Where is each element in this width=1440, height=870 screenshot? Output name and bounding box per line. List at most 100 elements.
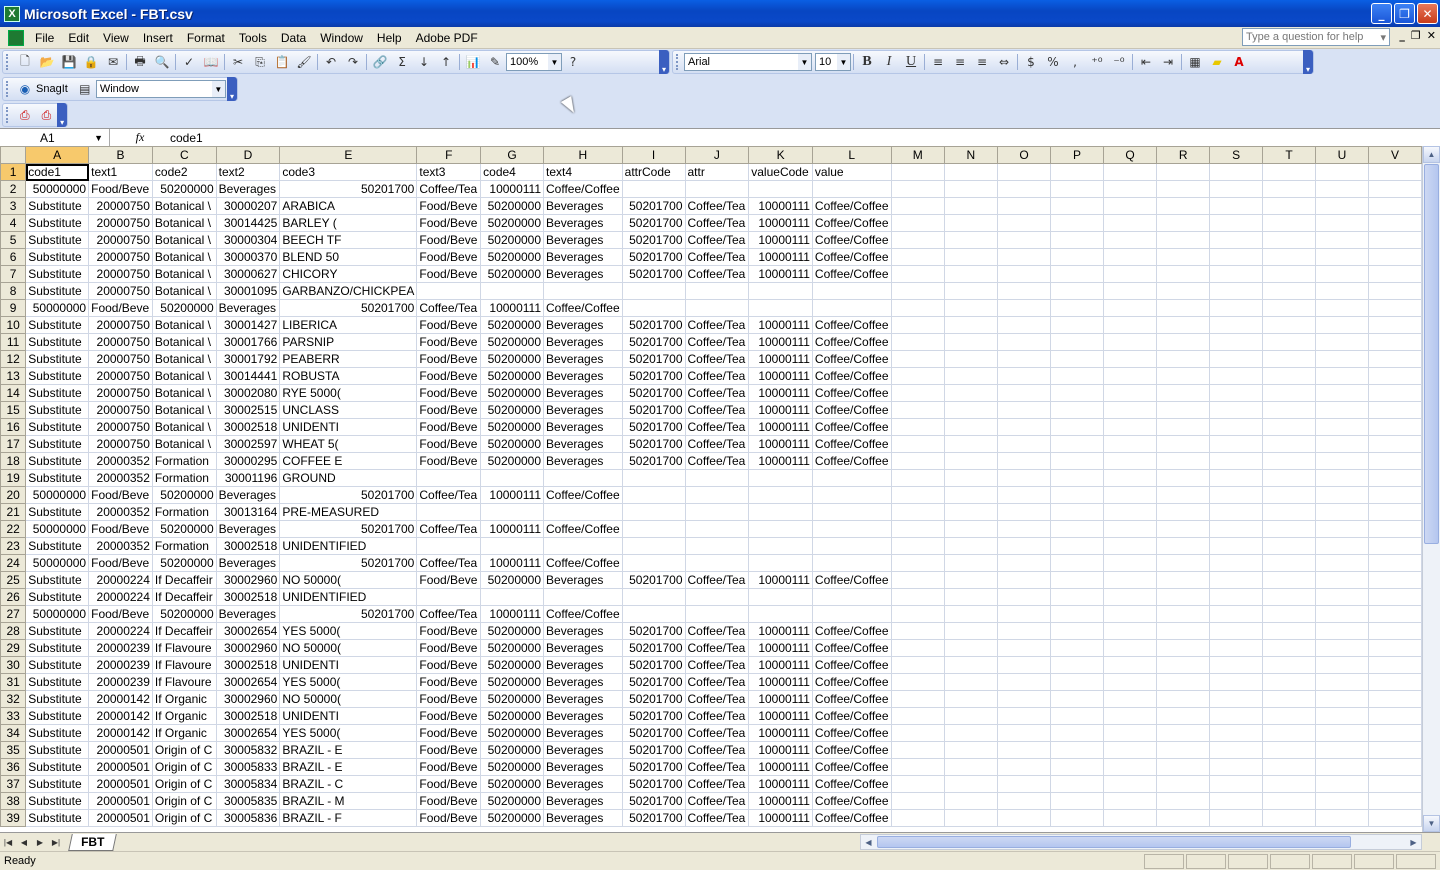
cell-a15[interactable]: Substitute	[25, 401, 90, 419]
cell-e25[interactable]: NO 50000(	[279, 571, 418, 589]
print-preview-icon[interactable]: 🔍	[151, 52, 173, 72]
print-icon[interactable]: 🖶	[129, 52, 151, 72]
cell-a29[interactable]: Substitute	[25, 639, 90, 657]
cell-l32[interactable]: Coffee/Coffee	[811, 690, 892, 708]
cell-s37[interactable]	[1209, 775, 1264, 793]
cell-i15[interactable]: 50201700	[621, 401, 686, 419]
cell-v12[interactable]	[1367, 350, 1422, 368]
row-header[interactable]: 28	[0, 622, 27, 640]
cell-b4[interactable]: 20000750	[88, 214, 153, 232]
cell-a13[interactable]: Substitute	[25, 367, 90, 385]
cell-c14[interactable]: Botanical \	[151, 384, 217, 402]
prev-sheet-icon[interactable]: ◀	[16, 838, 32, 847]
cell-o13[interactable]	[996, 367, 1052, 385]
cell-b19[interactable]: 20000352	[88, 469, 153, 487]
row-header[interactable]: 18	[0, 452, 27, 470]
cell-o25[interactable]	[996, 571, 1052, 589]
cell-e17[interactable]: WHEAT 5(	[279, 435, 418, 453]
cell-l23[interactable]	[811, 537, 892, 555]
cell-h34[interactable]: Beverages	[543, 724, 623, 742]
column-header-q[interactable]: Q	[1102, 146, 1158, 164]
cell-s26[interactable]	[1209, 588, 1264, 606]
cell-l10[interactable]: Coffee/Coffee	[811, 316, 892, 334]
cell-c20[interactable]: 50200000	[151, 486, 217, 504]
cell-c21[interactable]: Formation	[151, 503, 217, 521]
cell-f14[interactable]: Food/Beve	[416, 384, 482, 402]
cell-t25[interactable]	[1262, 571, 1316, 589]
cell-h38[interactable]: Beverages	[543, 792, 623, 810]
cell-v17[interactable]	[1367, 435, 1422, 453]
cell-d7[interactable]: 30000627	[215, 265, 281, 283]
cell-s38[interactable]	[1209, 792, 1264, 810]
cell-e15[interactable]: UNCLASS	[279, 401, 418, 419]
cell-j23[interactable]	[684, 537, 750, 555]
cell-q1[interactable]	[1102, 163, 1158, 181]
cell-s39[interactable]	[1209, 809, 1264, 827]
cell-q36[interactable]	[1102, 758, 1158, 776]
column-header-e[interactable]: E	[279, 146, 418, 164]
column-header-t[interactable]: T	[1262, 146, 1316, 164]
cell-d35[interactable]: 30005832	[215, 741, 281, 759]
cell-a31[interactable]: Substitute	[25, 673, 90, 691]
cell-g12[interactable]: 50200000	[480, 350, 545, 368]
cell-c39[interactable]: Origin of C	[151, 809, 217, 827]
cell-h7[interactable]: Beverages	[543, 265, 623, 283]
cell-v9[interactable]	[1367, 299, 1422, 317]
cell-n39[interactable]	[943, 809, 998, 827]
cell-l21[interactable]	[811, 503, 892, 521]
chevron-down-icon[interactable]: ▼	[548, 54, 561, 70]
chevron-down-icon[interactable]: ▾	[1380, 31, 1386, 44]
restore-button[interactable]: ❐	[1394, 3, 1415, 24]
cell-d30[interactable]: 30002518	[215, 656, 281, 674]
cell-f39[interactable]: Food/Beve	[416, 809, 482, 827]
cell-k4[interactable]: 10000111	[748, 214, 813, 232]
cell-c19[interactable]: Formation	[151, 469, 217, 487]
cell-v8[interactable]	[1367, 282, 1422, 300]
cell-a17[interactable]: Substitute	[25, 435, 90, 453]
worksheet-grid[interactable]: A B C D E F G H I J K L M N O P Q R S T U V 1 code1 text1 code2 te…	[0, 146, 1422, 832]
cell-p4[interactable]	[1050, 214, 1104, 232]
cell-m33[interactable]	[890, 707, 945, 725]
cell-e33[interactable]: UNIDENTI	[279, 707, 418, 725]
cell-t30[interactable]	[1262, 656, 1316, 674]
cell-a21[interactable]: Substitute	[25, 503, 90, 521]
cell-f29[interactable]: Food/Beve	[416, 639, 482, 657]
cell-c3[interactable]: Botanical \	[151, 197, 217, 215]
cell-a12[interactable]: Substitute	[25, 350, 90, 368]
toolbar-options-icon[interactable]: ▾	[1303, 50, 1313, 74]
percent-button[interactable]: %	[1042, 52, 1064, 72]
cell-e11[interactable]: PARSNIP	[279, 333, 418, 351]
cell-p7[interactable]	[1050, 265, 1104, 283]
cell-g29[interactable]: 50200000	[480, 639, 545, 657]
cell-h18[interactable]: Beverages	[543, 452, 623, 470]
row-header[interactable]: 35	[0, 741, 27, 759]
row-header[interactable]: 7	[0, 265, 27, 283]
cell-u22[interactable]	[1314, 520, 1369, 538]
cell-v14[interactable]	[1367, 384, 1422, 402]
cell-v29[interactable]	[1367, 639, 1422, 657]
cell-k21[interactable]	[748, 503, 813, 521]
cell-s12[interactable]	[1209, 350, 1264, 368]
cell-n32[interactable]	[943, 690, 998, 708]
cell-a4[interactable]: Substitute	[25, 214, 90, 232]
row-header[interactable]: 12	[0, 350, 27, 368]
cell-k30[interactable]: 10000111	[748, 656, 813, 674]
cell-o18[interactable]	[996, 452, 1052, 470]
cell-d36[interactable]: 30005833	[215, 758, 281, 776]
cell-o39[interactable]	[996, 809, 1052, 827]
toolbar-grip[interactable]	[6, 54, 11, 70]
drawing-icon[interactable]: ✎	[484, 52, 506, 72]
cell-f34[interactable]: Food/Beve	[416, 724, 482, 742]
cell-q34[interactable]	[1102, 724, 1158, 742]
cell-a36[interactable]: Substitute	[25, 758, 90, 776]
cell-a24[interactable]: 50000000	[25, 554, 90, 572]
toolbar-options-icon[interactable]: ▾	[659, 50, 669, 74]
cell-i23[interactable]	[621, 537, 686, 555]
cell-v33[interactable]	[1367, 707, 1422, 725]
cell-b1[interactable]: text1	[88, 163, 153, 181]
cell-t17[interactable]	[1262, 435, 1316, 453]
cell-f30[interactable]: Food/Beve	[416, 656, 482, 674]
cell-n36[interactable]	[943, 758, 998, 776]
paste-icon[interactable]: 📋	[271, 52, 293, 72]
cell-f13[interactable]: Food/Beve	[416, 367, 482, 385]
